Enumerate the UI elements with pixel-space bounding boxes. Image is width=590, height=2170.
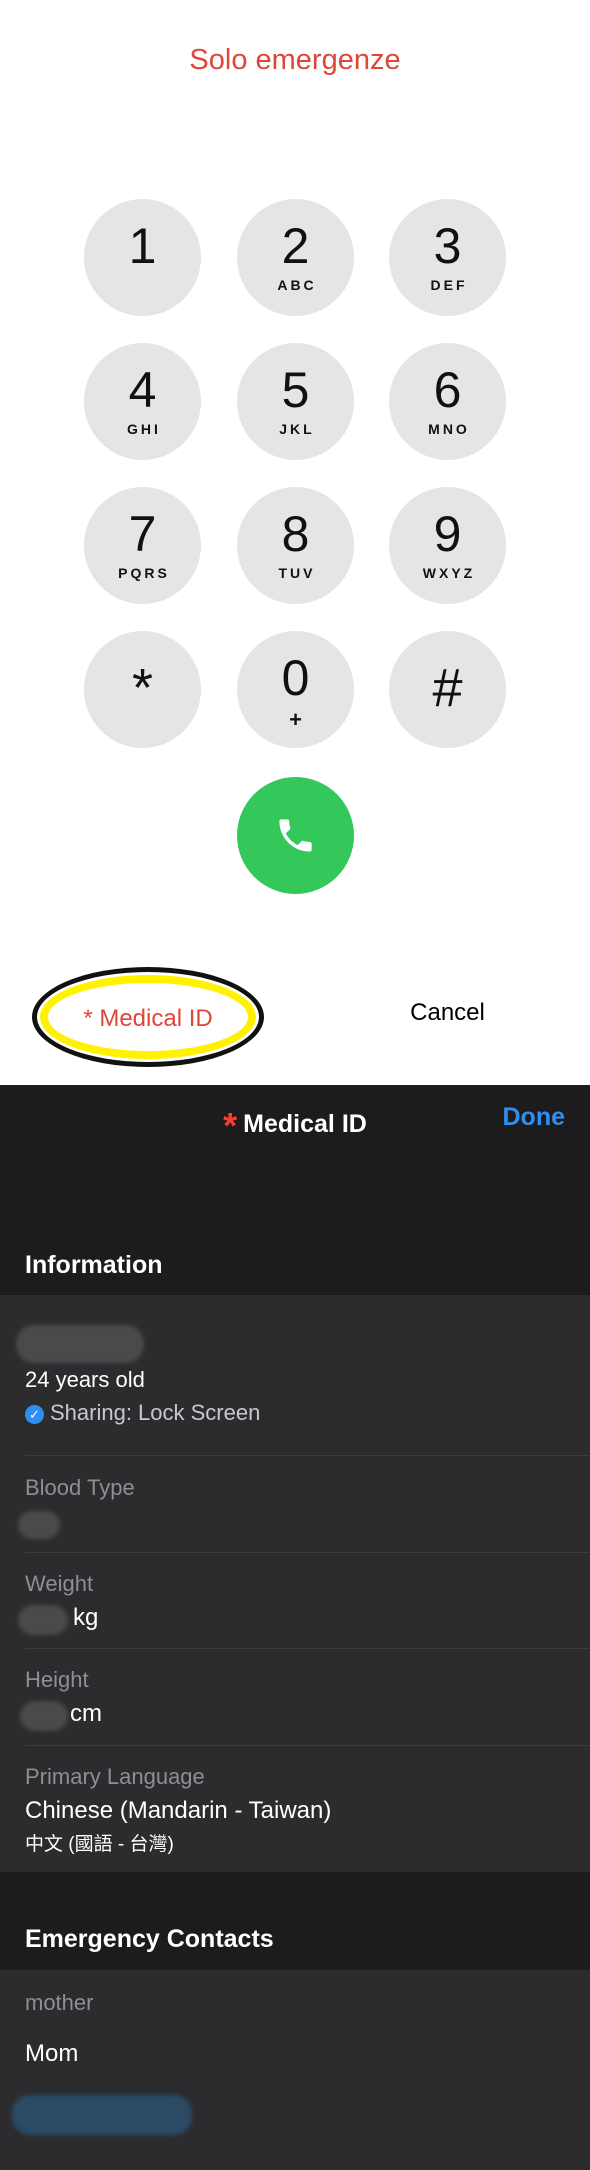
- key-7[interactable]: 7 PQRS: [84, 487, 201, 604]
- key-3[interactable]: 3 DEF: [389, 199, 506, 316]
- key-letters: GHI: [127, 421, 161, 437]
- information-header: Information: [25, 1251, 163, 1279]
- emergency-contacts-card[interactable]: mother Mom: [0, 1970, 590, 2170]
- key-5[interactable]: 5 JKL: [237, 343, 354, 460]
- weight-unit: kg: [73, 1604, 99, 1631]
- divider: [25, 1745, 590, 1746]
- primary-language-value: Chinese (Mandarin - Taiwan): [25, 1797, 332, 1824]
- redacted-name: [16, 1325, 144, 1363]
- dialer-title: Solo emergenze: [189, 44, 401, 76]
- key-0[interactable]: 0 +: [237, 631, 354, 748]
- sharing-text: Sharing: Lock Screen: [50, 1400, 261, 1425]
- emergency-contacts-header: Emergency Contacts: [25, 1925, 274, 1953]
- weight-label: Weight: [25, 1571, 94, 1596]
- key-digit: 3: [433, 218, 462, 274]
- redacted-blood-type: [18, 1511, 60, 1539]
- phone-icon: [279, 819, 312, 852]
- contact-relation: mother: [25, 1990, 94, 2015]
- primary-language-native: 中文 (國語 - 台灣): [25, 1834, 174, 1855]
- key-digit: 5: [281, 362, 310, 418]
- key-6[interactable]: 6 MNO: [389, 343, 506, 460]
- redacted-phone-number: [12, 2095, 192, 2135]
- divider: [25, 1648, 590, 1649]
- key-digit: 8: [281, 506, 310, 562]
- nav-title-text: Medical ID: [243, 1110, 367, 1138]
- divider: [25, 1455, 590, 1456]
- done-button[interactable]: Done: [503, 1103, 566, 1132]
- key-letters: WXYZ: [422, 565, 476, 581]
- contact-name: Mom: [25, 2040, 79, 2067]
- cancel-button[interactable]: Cancel: [380, 999, 515, 1027]
- checkmark-icon: ✓: [25, 1405, 44, 1424]
- medical-id-screen: * Medical ID Done Information 24 years ol…: [0, 1085, 590, 2170]
- key-star[interactable]: *: [84, 631, 201, 748]
- redacted-weight: [18, 1605, 68, 1635]
- key-digit: #: [432, 658, 463, 718]
- key-digit: 0: [281, 650, 310, 706]
- key-digit: 7: [128, 506, 157, 562]
- key-digit: 9: [433, 506, 462, 562]
- medical-asterisk-icon: *: [223, 1105, 238, 1146]
- height-unit: cm: [70, 1700, 102, 1727]
- key-letters: +: [289, 707, 302, 732]
- key-letters: ABC: [277, 277, 317, 293]
- key-4[interactable]: 4 GHI: [84, 343, 201, 460]
- sharing-status: ✓ Sharing: Lock Screen: [25, 1400, 260, 1426]
- age-text: 24 years old: [25, 1367, 145, 1392]
- key-digit: *: [131, 658, 153, 718]
- height-label: Height: [25, 1667, 89, 1692]
- key-letters: TUV: [278, 565, 316, 581]
- key-digit: 1: [128, 218, 157, 274]
- key-digit: 4: [128, 362, 157, 418]
- information-card: 24 years old ✓ Sharing: Lock Screen Blood…: [0, 1295, 590, 1872]
- key-letters: PQRS: [118, 565, 170, 581]
- key-letters: MNO: [428, 421, 470, 437]
- key-9[interactable]: 9 WXYZ: [389, 487, 506, 604]
- key-letters: DEF: [430, 277, 468, 293]
- key-8[interactable]: 8 TUV: [237, 487, 354, 604]
- redacted-height: [20, 1701, 68, 1731]
- call-button[interactable]: [237, 777, 354, 894]
- primary-language-label: Primary Language: [25, 1764, 205, 1789]
- key-2[interactable]: 2 ABC: [237, 199, 354, 316]
- key-digit: 6: [433, 362, 462, 418]
- emergency-dialer: Solo emergenze 1 2 ABC 3 DEF 4 GHI 5 JKL 6 MN…: [0, 0, 590, 1085]
- divider: [25, 1552, 590, 1553]
- key-digit: 2: [281, 218, 310, 274]
- key-1[interactable]: 1: [84, 199, 201, 316]
- nav-title: * Medical ID: [0, 1105, 590, 1147]
- key-hash[interactable]: #: [389, 631, 506, 748]
- medical-id-button[interactable]: * Medical ID: [32, 967, 264, 1067]
- medical-id-label: * Medical ID: [83, 1005, 213, 1032]
- key-letters: JKL: [279, 421, 315, 437]
- blood-type-label: Blood Type: [25, 1475, 135, 1500]
